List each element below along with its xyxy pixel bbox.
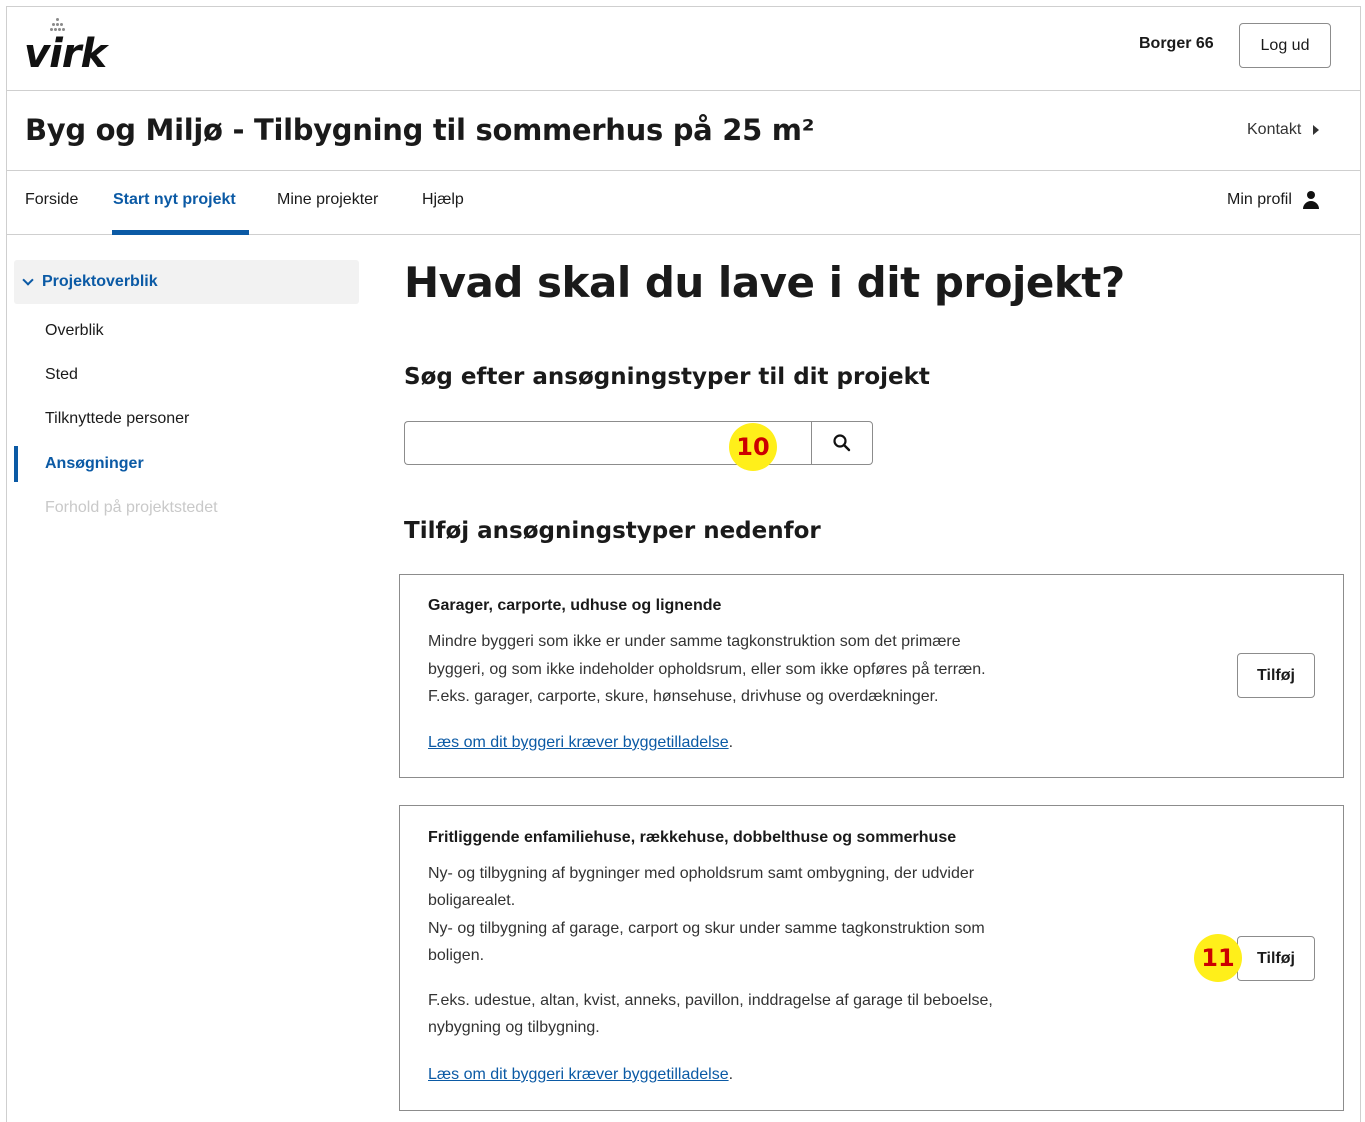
card-description-line: Mindre byggeri som ikke er under samme t… (428, 633, 961, 650)
card-description-line: Ny- og tilbygning af garage, carport og … (428, 920, 985, 937)
logo-text: virk (24, 31, 107, 77)
contact-label: Kontakt (1247, 121, 1302, 138)
card-title: Garager, carporte, udhuse og lignende (428, 597, 722, 614)
profile-label: Min profil (1227, 191, 1292, 208)
page-title: Byg og Miljø - Tilbygning til sommerhus … (25, 113, 815, 147)
card-description-line: F.eks. garager, carporte, skure, hønsehu… (428, 688, 939, 705)
chevron-down-icon (22, 273, 34, 286)
card-link-line: Læs om dit byggeri kræver byggetilladels… (428, 1066, 733, 1084)
top-header: virk Borger 66 Log ud (7, 7, 1360, 91)
sidebar-section-projektoverblik[interactable]: Projektoverblik (14, 260, 359, 304)
sidebar-item-forhold-paa-projektstedet: Forhold på projektstedet (45, 499, 218, 516)
card-title: Fritliggende enfamiliehuse, rækkehuse, d… (428, 829, 957, 846)
nav-item-mine-projekter[interactable]: Mine projekter (277, 191, 378, 209)
active-tab-indicator (112, 230, 249, 235)
sidebar-item-sted[interactable]: Sted (45, 366, 78, 384)
logout-button[interactable]: Log ud (1239, 23, 1331, 68)
search-button[interactable] (811, 421, 873, 465)
card-description-line: Ny- og tilbygning af bygninger med ophol… (428, 865, 975, 882)
add-button[interactable]: Tilføj (1237, 936, 1315, 981)
application-type-card: Garager, carporte, udhuse og lignende Mi… (399, 574, 1344, 778)
sidebar-item-ansoegninger[interactable]: Ansøgninger (45, 455, 144, 473)
add-button[interactable]: Tilføj (1237, 653, 1315, 698)
person-icon (1302, 191, 1320, 209)
add-heading: Tilføj ansøgningstyper nedenfor (404, 518, 821, 544)
card-link-line: Læs om dit byggeri kræver byggetilladels… (428, 734, 733, 752)
main-heading: Hvad skal du lave i dit projekt? (404, 258, 1125, 307)
nav-item-forside[interactable]: Forside (25, 191, 78, 209)
main-nav: Forside Start nyt projekt Mine projekter… (7, 171, 1360, 235)
link-suffix: . (728, 1066, 734, 1083)
nav-item-hjaelp[interactable]: Hjælp (422, 191, 464, 209)
profile-link[interactable]: Min profil (1227, 191, 1320, 209)
search-icon (833, 434, 851, 452)
building-permit-link[interactable]: Læs om dit byggeri kræver byggetilladels… (428, 1066, 729, 1083)
card-description-line: nybygning og tilbygning. (428, 1019, 600, 1036)
annotation-badge-10: 10 (729, 423, 777, 471)
card-description-line: boligen. (428, 947, 485, 964)
sidebar-section-label: Projektoverblik (42, 273, 158, 290)
sidebar-item-overblik[interactable]: Overblik (45, 322, 104, 340)
sidebar-item-tilknyttede-personer[interactable]: Tilknyttede personer (45, 410, 189, 428)
search-heading: Søg efter ansøgningstyper til dit projek… (404, 364, 930, 390)
card-description-line: boligarealet. (428, 892, 516, 909)
nav-item-start-nyt-projekt[interactable]: Start nyt projekt (113, 191, 236, 209)
card-description-line: F.eks. udestue, altan, kvist, anneks, pa… (428, 992, 993, 1009)
annotation-badge-11: 11 (1194, 934, 1242, 982)
virk-logo[interactable]: virk (24, 17, 114, 79)
sidebar-active-indicator (14, 446, 18, 482)
title-bar: Byg og Miljø - Tilbygning til sommerhus … (7, 91, 1360, 171)
building-permit-link[interactable]: Læs om dit byggeri kræver byggetilladels… (428, 734, 729, 751)
contact-link[interactable]: Kontakt (1247, 121, 1320, 139)
caret-right-icon (1313, 125, 1320, 135)
card-description-line: byggeri, og som ikke indeholder opholdsr… (428, 661, 986, 678)
link-suffix: . (728, 734, 734, 751)
user-name: Borger 66 (1139, 35, 1214, 52)
